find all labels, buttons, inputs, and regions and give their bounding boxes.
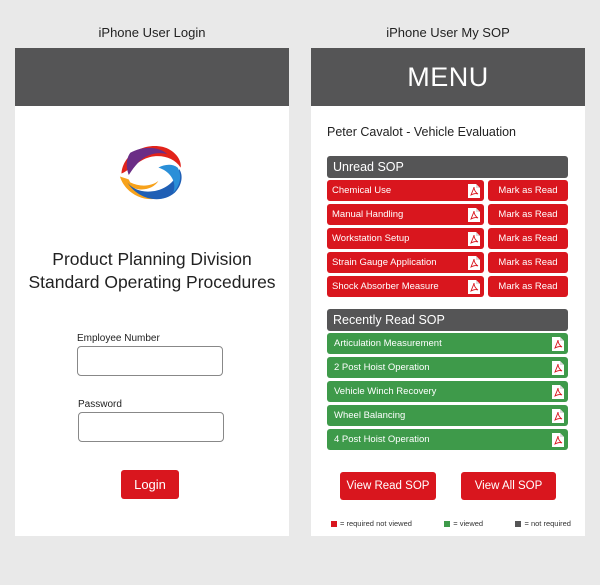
read-sop-row: Articulation Measurement — [327, 333, 568, 354]
sop-item-label: Manual Handling — [332, 209, 404, 220]
view-read-sop-button[interactable]: View Read SOP — [340, 472, 436, 500]
sop-item-label: 2 Post Hoist Operation — [334, 362, 430, 373]
mark-as-read-button[interactable]: Mark as Read — [488, 180, 568, 201]
mark-as-read-button[interactable]: Mark as Read — [488, 228, 568, 249]
unread-sop-row: Shock Absorber Measure Mark as Read — [327, 276, 568, 297]
employee-number-label: Employee Number — [77, 333, 160, 344]
pdf-icon — [468, 231, 480, 246]
pdf-icon — [552, 408, 564, 423]
sop-item-label: Vehicle Winch Recovery — [334, 386, 437, 397]
pdf-icon — [552, 336, 564, 351]
sop-screen-caption: iPhone User My SOP — [386, 25, 510, 40]
pdf-icon — [468, 183, 480, 198]
unread-sop-row: Workstation Setup Mark as Read — [327, 228, 568, 249]
sop-item-label: Strain Gauge Application — [332, 257, 437, 268]
unread-sop-row: Strain Gauge Application Mark as Read — [327, 252, 568, 273]
unread-sop-row: Manual Handling Mark as Read — [327, 204, 568, 225]
menu-bar[interactable]: MENU — [311, 48, 585, 106]
login-screen-caption: iPhone User Login — [98, 25, 206, 40]
pdf-icon — [552, 384, 564, 399]
pdf-icon — [468, 207, 480, 222]
legend-not-required: = not required — [515, 519, 571, 528]
read-sop-item[interactable]: 4 Post Hoist Operation — [327, 429, 568, 450]
menu-title[interactable]: MENU — [407, 62, 489, 93]
division-title-line1: Product Planning Division — [52, 249, 252, 269]
read-sop-item[interactable]: 2 Post Hoist Operation — [327, 357, 568, 378]
legend-label: = not required — [524, 519, 571, 528]
mark-as-read-button[interactable]: Mark as Read — [488, 252, 568, 273]
sop-item-label: Wheel Balancing — [334, 410, 406, 421]
division-title-line2: Standard Operating Procedures — [28, 272, 276, 292]
read-sop-item[interactable]: Wheel Balancing — [327, 405, 568, 426]
color-legend: = required not viewed = viewed = not req… — [331, 519, 571, 528]
sop-item-label: Articulation Measurement — [334, 338, 442, 349]
password-label: Password — [78, 399, 122, 410]
read-sop-row: 4 Post Hoist Operation — [327, 429, 568, 450]
read-sop-row: 2 Post Hoist Operation — [327, 357, 568, 378]
legend-swatch-green — [444, 520, 451, 527]
sop-screen: MENU Peter Cavalot - Vehicle Evaluation … — [311, 48, 585, 536]
sop-item-label: Workstation Setup — [332, 233, 410, 244]
recently-read-sop-header: Recently Read SOP — [327, 309, 568, 331]
read-sop-item[interactable]: Vehicle Winch Recovery — [327, 381, 568, 402]
view-all-sop-button[interactable]: View All SOP — [461, 472, 556, 500]
login-top-bar — [15, 48, 289, 106]
unread-sop-item[interactable]: Strain Gauge Application — [327, 252, 484, 273]
mark-as-read-button[interactable]: Mark as Read — [488, 276, 568, 297]
sop-item-label: 4 Post Hoist Operation — [334, 434, 430, 445]
legend-label: = required not viewed — [340, 519, 412, 528]
user-info: Peter Cavalot - Vehicle Evaluation — [327, 125, 516, 139]
legend-viewed: = viewed — [444, 519, 483, 528]
pdf-icon — [468, 255, 480, 270]
read-sop-item[interactable]: Articulation Measurement — [327, 333, 568, 354]
division-title: Product Planning Division Standard Opera… — [15, 248, 289, 294]
legend-swatch-red — [331, 520, 337, 527]
read-sop-row: Wheel Balancing — [327, 405, 568, 426]
pdf-icon — [552, 360, 564, 375]
unread-sop-item[interactable]: Chemical Use — [327, 180, 484, 201]
login-screen: Product Planning Division Standard Opera… — [15, 48, 289, 536]
pdf-icon — [468, 279, 480, 294]
password-field[interactable] — [78, 412, 224, 442]
employee-number-field[interactable] — [77, 346, 223, 376]
unread-sop-header: Unread SOP — [327, 156, 568, 178]
login-button[interactable]: Login — [121, 470, 179, 499]
sop-item-label: Shock Absorber Measure — [332, 281, 439, 292]
legend-label: = viewed — [453, 519, 484, 528]
read-sop-row: Vehicle Winch Recovery — [327, 381, 568, 402]
unread-sop-item[interactable]: Shock Absorber Measure — [327, 276, 484, 297]
unread-sop-row: Chemical Use Mark as Read — [327, 180, 568, 201]
mark-as-read-button[interactable]: Mark as Read — [488, 204, 568, 225]
unread-sop-item[interactable]: Workstation Setup — [327, 228, 484, 249]
legend-required-not-viewed: = required not viewed — [331, 519, 412, 528]
brand-logo — [118, 142, 184, 208]
legend-swatch-gray — [515, 520, 522, 527]
sop-item-label: Chemical Use — [332, 185, 392, 196]
unread-sop-item[interactable]: Manual Handling — [327, 204, 484, 225]
pdf-icon — [552, 432, 564, 447]
